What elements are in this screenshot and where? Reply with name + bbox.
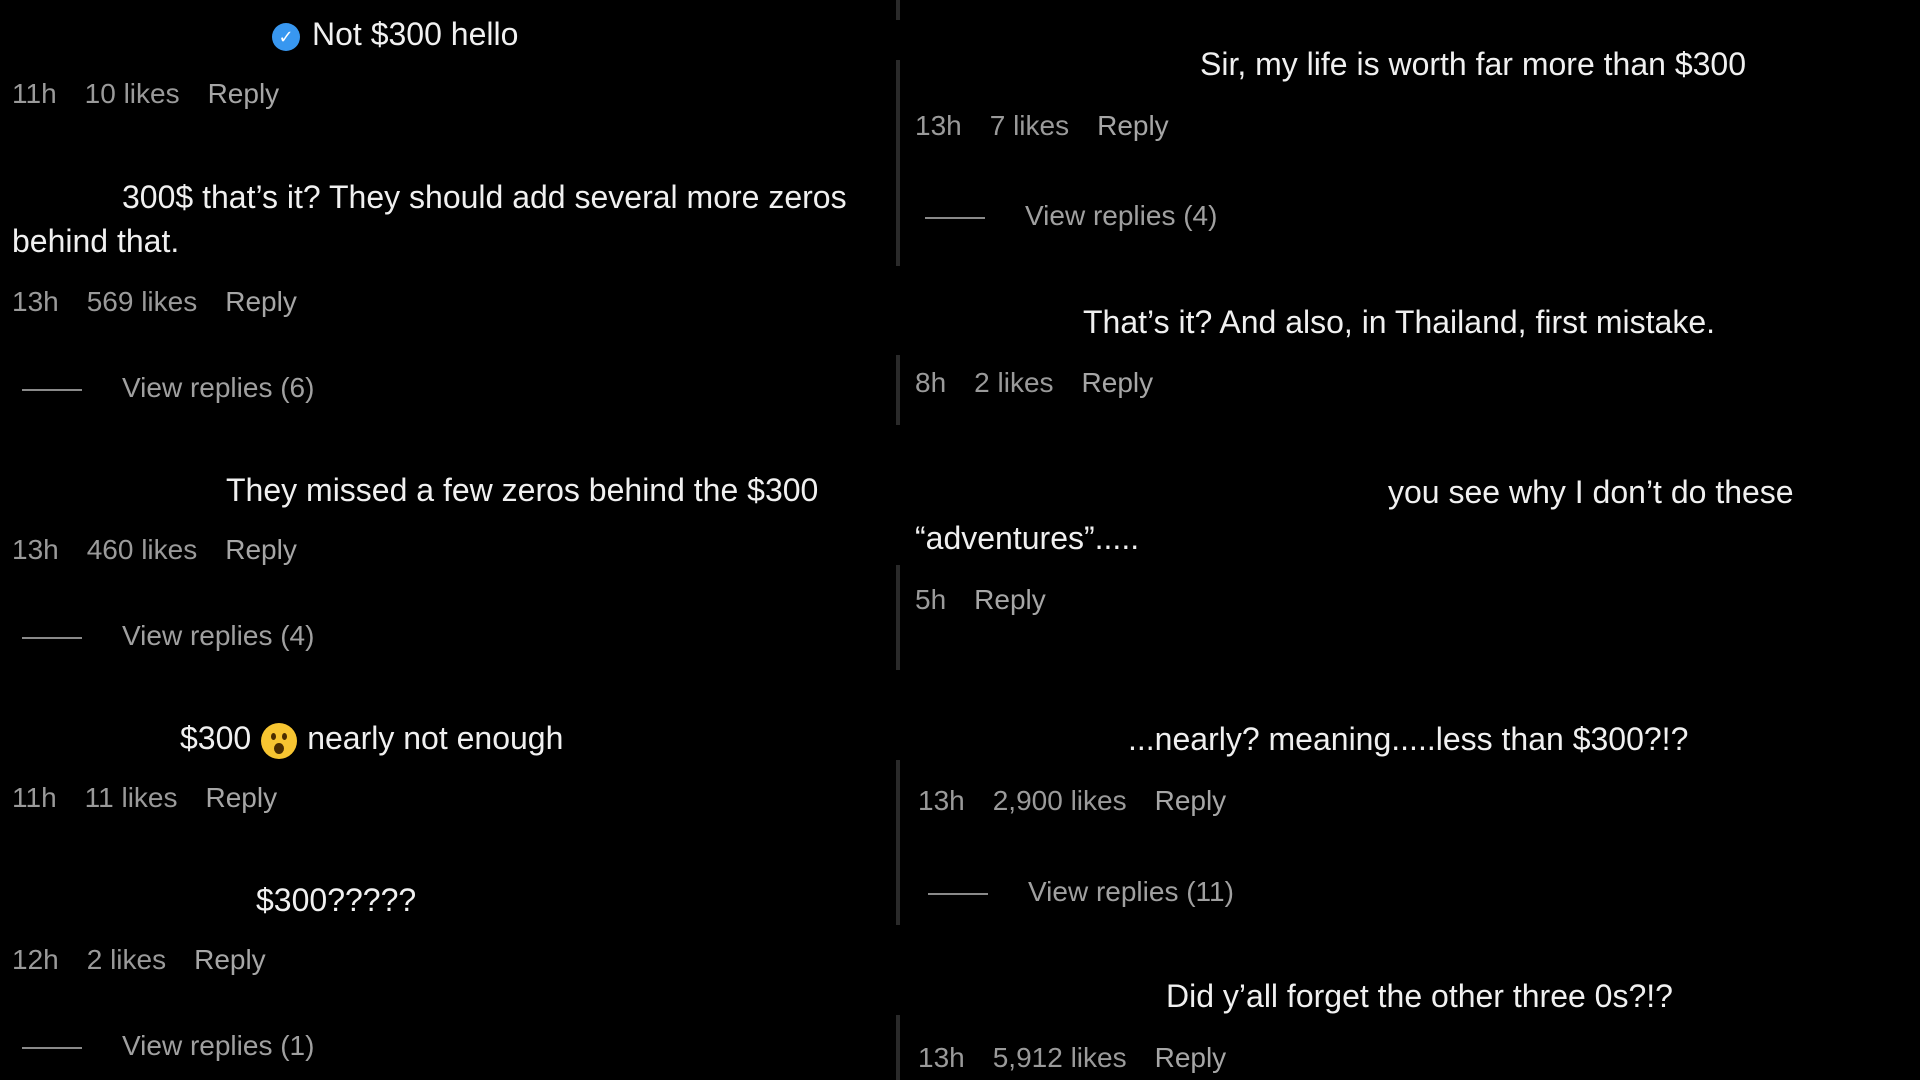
comment-text: you see why I don’t do these [1388,474,1794,510]
comment-text: $300????? [256,882,417,918]
reply-button[interactable]: Reply [1155,785,1227,817]
reply-button[interactable]: Reply [1097,110,1169,142]
comment-time: 13h [918,785,965,816]
comment-likes[interactable]: 11 likes [85,782,178,814]
comment-time: 13h [915,110,962,141]
replies-line-icon [925,216,985,219]
comment-time: 13h [12,286,59,317]
replies-line-icon [22,1046,82,1049]
comment-text: 300$ that’s it? They should add several … [12,179,847,259]
comment-text: ...nearly? meaning.....less than $300?!? [1128,721,1689,757]
replies-line-icon [22,388,82,391]
reply-button[interactable]: Reply [1155,1042,1227,1074]
comment-likes[interactable]: 569 likes [87,286,198,318]
comment-text: Did y’all forget the other three 0s?!? [1166,978,1673,1014]
comment-text: $300 nearly not enough [180,716,563,760]
comment-likes[interactable]: 2 likes [974,367,1053,399]
reply-button[interactable]: Reply [194,944,266,976]
comment-meta: 13h 460 likes Reply [12,534,325,566]
comment-time: 11h [12,78,57,109]
comment-text: ✓ Not $300 hello [272,12,518,56]
comment-meta: 13h 5,912 likes Reply [918,1042,1254,1074]
reply-button[interactable]: Reply [225,286,297,318]
comment-meta: 13h 7 likes Reply [915,110,1197,142]
comment-likes[interactable]: 2,900 likes [993,785,1127,817]
view-replies-button[interactable]: View replies (1) [22,1030,314,1062]
replies-line-icon [22,636,82,639]
comment-likes[interactable]: 2 likes [87,944,166,976]
comment-meta: 12h 2 likes Reply [12,944,294,976]
comment-text-continued: “adventures”..... [915,520,1140,556]
comment-likes[interactable]: 10 likes [85,78,180,110]
comment-text: That’s it? And also, in Thailand, first … [1083,304,1716,340]
view-replies-button[interactable]: View replies (6) [22,372,314,404]
comment-likes[interactable]: 7 likes [990,110,1069,142]
comment-text: They missed a few zeros behind the $300 [226,472,819,508]
comment-time: 8h [915,367,947,398]
reply-button[interactable]: Reply [974,584,1046,616]
comment-text: Sir, my life is worth far more than $300 [1200,46,1746,82]
comment-time: 13h [12,534,59,565]
comment-time: 12h [12,944,59,975]
comment-time: 11h [12,782,57,813]
view-replies-button[interactable]: View replies (4) [925,200,1217,232]
comment-meta: 8h 2 likes Reply [915,367,1181,399]
right-comment-panel: Sir, my life is worth far more than $300… [900,0,1920,1080]
comment-meta: 13h 2,900 likes Reply [918,785,1254,817]
comment-meta: 13h 569 likes Reply [12,286,325,318]
view-replies-button[interactable]: View replies (11) [928,876,1234,908]
left-comment-panel: ✓ Not $300 hello 11h 10 likes Reply 300$ th… [0,0,895,1080]
comment-time: 5h [915,584,947,615]
reply-button[interactable]: Reply [225,534,297,566]
reply-button[interactable]: Reply [206,782,278,814]
reply-button[interactable]: Reply [1082,367,1154,399]
comment-likes[interactable]: 5,912 likes [993,1042,1127,1074]
reply-button[interactable]: Reply [208,78,280,110]
comment-likes[interactable]: 460 likes [87,534,198,566]
comment-meta: 11h 11 likes Reply [12,782,305,814]
astonished-face-icon [261,722,298,759]
comment-time: 13h [918,1042,965,1073]
verified-badge-icon: ✓ [272,22,300,51]
comment-meta: 11h 10 likes Reply [12,78,307,110]
replies-line-icon [928,892,988,895]
comment-meta: 5h Reply [915,584,1074,616]
view-replies-button[interactable]: View replies (4) [22,620,314,652]
comments-screenshot: ✓ Not $300 hello 11h 10 likes Reply 300$ th… [0,0,1920,1080]
